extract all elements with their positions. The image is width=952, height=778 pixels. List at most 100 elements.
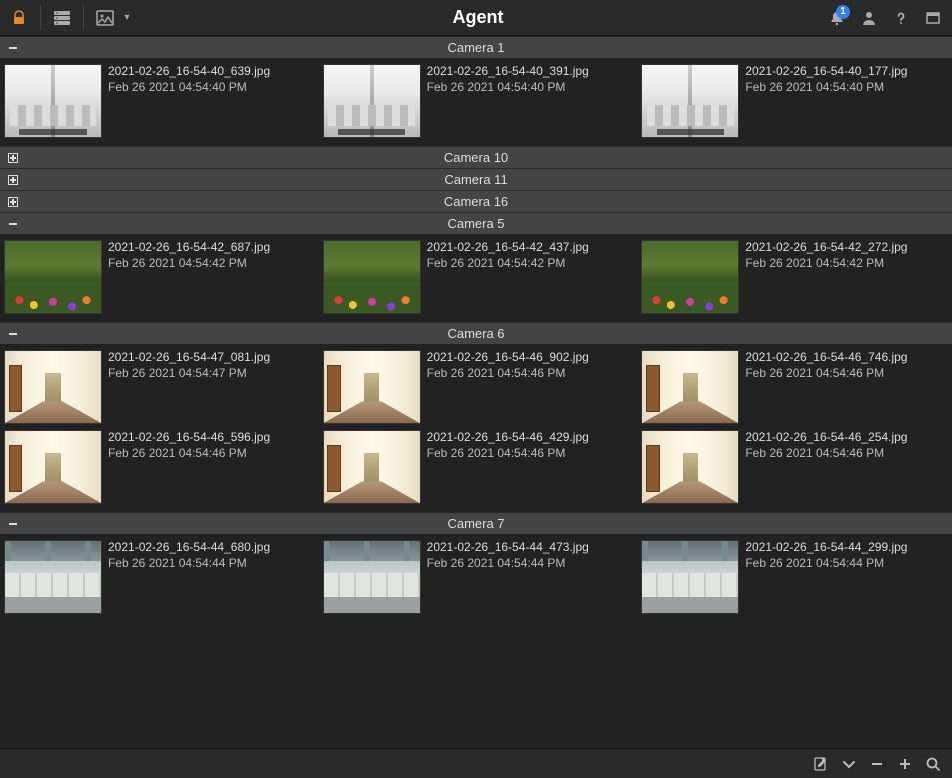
expand-icon[interactable] (6, 197, 20, 207)
chevron-down-icon[interactable] (836, 751, 862, 777)
thumbnail-item[interactable]: 2021-02-26_16-54-42_687.jpgFeb 26 2021 0… (4, 240, 311, 314)
datetime-label: Feb 26 2021 04:54:46 PM (427, 446, 630, 462)
filename-label: 2021-02-26_16-54-46_902.jpg (427, 350, 630, 366)
filename-label: 2021-02-26_16-54-46_254.jpg (745, 430, 948, 446)
group-header[interactable]: Camera 10 (0, 146, 952, 168)
thumbnail-meta: 2021-02-26_16-54-42_687.jpgFeb 26 2021 0… (108, 240, 311, 314)
thumbnail-image[interactable] (4, 350, 102, 424)
thumbnail-meta: 2021-02-26_16-54-44_299.jpgFeb 26 2021 0… (745, 540, 948, 614)
thumbnail-item[interactable]: 2021-02-26_16-54-47_081.jpgFeb 26 2021 0… (4, 350, 311, 424)
filename-label: 2021-02-26_16-54-46_746.jpg (745, 350, 948, 366)
thumbnail-meta: 2021-02-26_16-54-46_596.jpgFeb 26 2021 0… (108, 430, 311, 504)
thumbnail-meta: 2021-02-26_16-54-40_177.jpgFeb 26 2021 0… (745, 64, 948, 138)
thumbnail-image[interactable] (641, 350, 739, 424)
thumbnail-image[interactable] (641, 64, 739, 138)
thumbnail-item[interactable]: 2021-02-26_16-54-46_596.jpgFeb 26 2021 0… (4, 430, 311, 504)
image-icon[interactable] (90, 3, 120, 33)
datetime-label: Feb 26 2021 04:54:44 PM (745, 556, 948, 572)
thumbnail-meta: 2021-02-26_16-54-46_254.jpgFeb 26 2021 0… (745, 430, 948, 504)
thumbnail-item[interactable]: 2021-02-26_16-54-46_902.jpgFeb 26 2021 0… (323, 350, 630, 424)
group-title: Camera 16 (0, 194, 952, 209)
group-title: Camera 5 (0, 216, 952, 231)
group-header[interactable]: Camera 6 (0, 322, 952, 344)
group-title: Camera 11 (0, 172, 952, 187)
group-header[interactable]: Camera 1 (0, 36, 952, 58)
datetime-label: Feb 26 2021 04:54:42 PM (745, 256, 948, 272)
edit-icon[interactable] (808, 751, 834, 777)
datetime-label: Feb 26 2021 04:54:47 PM (108, 366, 311, 382)
thumbnail-meta: 2021-02-26_16-54-44_473.jpgFeb 26 2021 0… (427, 540, 630, 614)
thumbnail-item[interactable]: 2021-02-26_16-54-40_639.jpgFeb 26 2021 0… (4, 64, 311, 138)
thumbnail-image[interactable] (323, 240, 421, 314)
thumbnail-item[interactable]: 2021-02-26_16-54-40_391.jpgFeb 26 2021 0… (323, 64, 630, 138)
thumbnail-image[interactable] (323, 350, 421, 424)
notifications-icon[interactable]: 1 (822, 3, 852, 33)
topbar-left: ▾ (4, 3, 134, 33)
thumbnail-item[interactable]: 2021-02-26_16-54-46_254.jpgFeb 26 2021 0… (641, 430, 948, 504)
thumbnail-image[interactable] (641, 430, 739, 504)
group-header[interactable]: Camera 7 (0, 512, 952, 534)
filename-label: 2021-02-26_16-54-44_680.jpg (108, 540, 311, 556)
filename-label: 2021-02-26_16-54-44_299.jpg (745, 540, 948, 556)
thumbnail-image[interactable] (4, 540, 102, 614)
thumbnail-image[interactable] (4, 64, 102, 138)
thumbnail-item[interactable]: 2021-02-26_16-54-46_746.jpgFeb 26 2021 0… (641, 350, 948, 424)
thumbnail-meta: 2021-02-26_16-54-40_639.jpgFeb 26 2021 0… (108, 64, 311, 138)
help-icon[interactable] (886, 3, 916, 33)
filename-label: 2021-02-26_16-54-40_391.jpg (427, 64, 630, 80)
expand-icon[interactable] (6, 175, 20, 185)
datetime-label: Feb 26 2021 04:54:46 PM (108, 446, 311, 462)
thumbnail-item[interactable]: 2021-02-26_16-54-44_473.jpgFeb 26 2021 0… (323, 540, 630, 614)
thumbnail-meta: 2021-02-26_16-54-44_680.jpgFeb 26 2021 0… (108, 540, 311, 614)
server-icon[interactable] (47, 3, 77, 33)
group-body: 2021-02-26_16-54-44_680.jpg Feb 26 2021 0… (0, 534, 952, 622)
thumbnail-item[interactable]: 2021-02-26_16-54-42_437.jpgFeb 26 2021 0… (323, 240, 630, 314)
collapse-icon[interactable] (6, 43, 20, 53)
thumbnail-image[interactable] (641, 540, 739, 614)
lock-icon[interactable] (4, 3, 34, 33)
group-header[interactable]: Camera 5 (0, 212, 952, 234)
thumbnail-image[interactable] (323, 64, 421, 138)
thumbnail-item[interactable]: 2021-02-26_16-54-44_299.jpgFeb 26 2021 0… (641, 540, 948, 614)
group-title: Camera 10 (0, 150, 952, 165)
thumbnail-meta: 2021-02-26_16-54-42_272.jpgFeb 26 2021 0… (745, 240, 948, 314)
filename-label: 2021-02-26_16-54-40_177.jpg (745, 64, 948, 80)
thumbnail-item[interactable]: 2021-02-26_16-54-46_429.jpgFeb 26 2021 0… (323, 430, 630, 504)
thumbnail-item[interactable]: 2021-02-26_16-54-42_272.jpgFeb 26 2021 0… (641, 240, 948, 314)
user-icon[interactable] (854, 3, 884, 33)
datetime-label: Feb 26 2021 04:54:42 PM (108, 256, 311, 272)
datetime-label: Feb 26 2021 04:54:46 PM (745, 446, 948, 462)
chevron-down-icon[interactable]: ▾ (120, 12, 134, 23)
group-header[interactable]: Camera 11 (0, 168, 952, 190)
content: Camera 1 2021-02-26_16-54-40_639.jpgFeb 2… (0, 36, 952, 748)
filename-label: 2021-02-26_16-54-44_473.jpg (427, 540, 630, 556)
expand-icon[interactable] (6, 153, 20, 163)
thumbnail-image[interactable] (4, 430, 102, 504)
datetime-label: Feb 26 2021 04:54:40 PM (427, 80, 630, 96)
thumbnail-meta: 2021-02-26_16-54-47_081.jpgFeb 26 2021 0… (108, 350, 311, 424)
collapse-icon[interactable] (6, 329, 20, 339)
window-icon[interactable] (918, 3, 948, 33)
group-title: Camera 6 (0, 326, 952, 341)
collapse-icon[interactable] (6, 519, 20, 529)
thumbnail-image[interactable] (4, 240, 102, 314)
plus-icon[interactable] (892, 751, 918, 777)
thumbnail-item[interactable]: 2021-02-26_16-54-44_680.jpgFeb 26 2021 0… (4, 540, 311, 614)
group-body: 2021-02-26_16-54-47_081.jpgFeb 26 2021 0… (0, 344, 952, 512)
thumbnail-image[interactable] (323, 540, 421, 614)
group-header[interactable]: Camera 16 (0, 190, 952, 212)
thumbnail-item[interactable]: 2021-02-26_16-54-40_177.jpgFeb 26 2021 0… (641, 64, 948, 138)
filename-label: 2021-02-26_16-54-46_596.jpg (108, 430, 311, 446)
filename-label: 2021-02-26_16-54-47_081.jpg (108, 350, 311, 366)
collapse-icon[interactable] (6, 219, 20, 229)
thumbnail-meta: 2021-02-26_16-54-42_437.jpgFeb 26 2021 0… (427, 240, 630, 314)
notification-badge: 1 (836, 5, 850, 19)
search-icon[interactable] (920, 751, 946, 777)
topbar-right: 1 (822, 3, 948, 33)
filename-label: 2021-02-26_16-54-42_272.jpg (745, 240, 948, 256)
minus-icon[interactable] (864, 751, 890, 777)
thumbnail-image[interactable] (641, 240, 739, 314)
thumbnail-image[interactable] (323, 430, 421, 504)
datetime-label: Feb 26 2021 04:54:40 PM (108, 80, 311, 96)
bottombar (0, 748, 952, 778)
